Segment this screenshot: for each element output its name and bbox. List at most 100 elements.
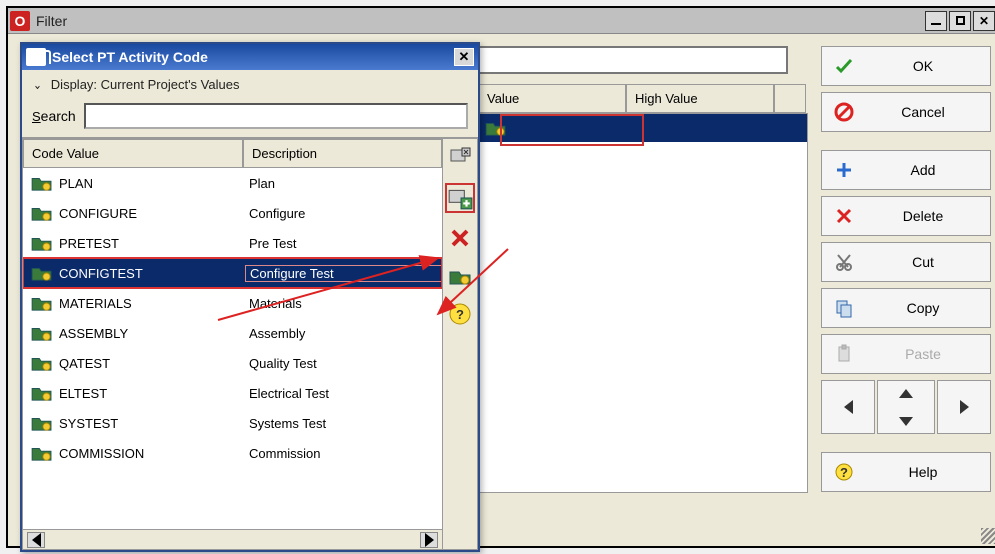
cancel-label: Cancel	[868, 104, 978, 120]
col-header-high-value[interactable]: High Value	[626, 84, 774, 113]
cut-button[interactable]: Cut	[821, 242, 991, 282]
code-value: MATERIALS	[59, 296, 245, 311]
code-description: Systems Test	[245, 416, 442, 431]
svg-text:?: ?	[456, 307, 464, 322]
list-item[interactable]: ELTESTElectrical Test	[23, 378, 442, 408]
list-item[interactable]: COMMISSIONCommission	[23, 438, 442, 468]
scroll-right-button[interactable]	[420, 532, 438, 548]
move-right-button[interactable]	[937, 380, 991, 434]
code-description: Configure	[245, 206, 442, 221]
code-value: CONFIGTEST	[59, 266, 245, 281]
code-value: COMMISSION	[59, 446, 245, 461]
code-description: Plan	[245, 176, 442, 191]
chevron-down-icon: ⌄	[33, 77, 42, 93]
paste-label: Paste	[868, 346, 978, 362]
criteria-grid: Value High Value	[478, 84, 808, 493]
action-panel: OK Cancel Add Delete Cut Copy	[821, 46, 991, 492]
select-activity-code-dialog: Select PT Activity Code ✕ ⌄ Display: Cur…	[20, 42, 480, 552]
col-header-description[interactable]: Description	[243, 139, 442, 168]
assign-button[interactable]	[445, 183, 475, 213]
clipboard-icon	[834, 344, 854, 364]
toolbar-help-button[interactable]: ?	[447, 301, 473, 327]
folder-icon	[31, 264, 53, 282]
folder-icon	[31, 384, 53, 402]
maximize-button[interactable]	[949, 11, 971, 31]
dialog-close-button[interactable]: ✕	[454, 48, 474, 66]
delete-button[interactable]: Delete	[821, 196, 991, 236]
display-mode-toggle[interactable]: ⌄ Display: Current Project's Values	[22, 70, 478, 99]
folder-icon	[31, 324, 53, 342]
col-header-code-value[interactable]: Code Value	[23, 139, 243, 168]
code-description: Quality Test	[245, 356, 442, 371]
code-value: ELTEST	[59, 386, 245, 401]
list-item[interactable]: MATERIALSMaterials	[23, 288, 442, 318]
remove-button[interactable]	[447, 225, 473, 251]
copy-button[interactable]: Copy	[821, 288, 991, 328]
cut-label: Cut	[868, 254, 978, 270]
horizontal-scrollbar[interactable]	[23, 529, 442, 549]
filter-name-input[interactable]	[478, 46, 788, 74]
cancel-button[interactable]: Cancel	[821, 92, 991, 132]
plus-icon	[834, 160, 854, 180]
scroll-left-button[interactable]	[27, 532, 45, 548]
scissors-icon	[834, 252, 854, 272]
minimize-button[interactable]	[925, 11, 947, 31]
code-list: Code Value Description PLANPlanCONFIGURE…	[22, 138, 442, 550]
search-label: Search	[32, 108, 76, 124]
dialog-icon	[26, 48, 46, 66]
paste-button[interactable]: Paste	[821, 334, 991, 374]
folder-icon	[31, 414, 53, 432]
folder-icon	[31, 294, 53, 312]
list-item[interactable]: ASSEMBLYAssembly	[23, 318, 442, 348]
code-description: Electrical Test	[245, 386, 442, 401]
help-label: Help	[868, 464, 978, 480]
folder-icon	[31, 354, 53, 372]
col-header-value[interactable]: Value	[478, 84, 626, 113]
prohibit-icon	[834, 102, 854, 122]
list-item[interactable]: QATESTQuality Test	[23, 348, 442, 378]
copy-icon	[834, 298, 854, 318]
dialog-toolbar: ?	[442, 138, 478, 550]
dialog-title: Select PT Activity Code	[52, 49, 454, 65]
code-value: QATEST	[59, 356, 245, 371]
ok-button[interactable]: OK	[821, 46, 991, 86]
move-left-button[interactable]	[821, 380, 875, 434]
code-description: Materials	[245, 296, 442, 311]
code-value: ASSEMBLY	[59, 326, 245, 341]
select-close-button[interactable]	[447, 145, 473, 171]
oracle-icon: O	[10, 11, 30, 31]
folder-icon	[31, 234, 53, 252]
list-item[interactable]: PRETESTPre Test	[23, 228, 442, 258]
list-item[interactable]: PLANPlan	[23, 168, 442, 198]
code-value: CONFIGURE	[59, 206, 245, 221]
col-header-spacer	[774, 84, 806, 113]
code-description: Commission	[245, 446, 442, 461]
add-button[interactable]: Add	[821, 150, 991, 190]
list-item[interactable]: SYSTESTSystems Test	[23, 408, 442, 438]
criteria-row[interactable]	[479, 114, 807, 142]
window-title: Filter	[36, 13, 925, 29]
close-button[interactable]: ✕	[973, 11, 995, 31]
list-item[interactable]: CONFIGTESTConfigure Test	[23, 258, 442, 288]
code-value: SYSTEST	[59, 416, 245, 431]
x-icon	[834, 206, 854, 226]
search-input[interactable]	[84, 103, 468, 129]
folder-icon	[31, 444, 53, 462]
folder-icon	[31, 204, 53, 222]
list-item[interactable]: CONFIGUREConfigure	[23, 198, 442, 228]
titlebar: O Filter ✕	[8, 8, 995, 34]
dialog-titlebar: Select PT Activity Code ✕	[22, 44, 478, 70]
folder-icon	[31, 174, 53, 192]
modify-button[interactable]	[447, 263, 473, 289]
code-value: PRETEST	[59, 236, 245, 251]
code-value: PLAN	[59, 176, 245, 191]
code-description: Assembly	[245, 326, 442, 341]
question-icon: ?	[834, 462, 854, 482]
help-button[interactable]: ? Help	[821, 452, 991, 492]
move-up-button[interactable]	[878, 381, 934, 405]
filter-window: O Filter ✕ Value High Value	[6, 6, 995, 548]
add-label: Add	[868, 162, 978, 178]
code-description: Configure Test	[245, 265, 442, 282]
move-down-button[interactable]	[878, 409, 934, 433]
move-buttons	[821, 380, 991, 434]
